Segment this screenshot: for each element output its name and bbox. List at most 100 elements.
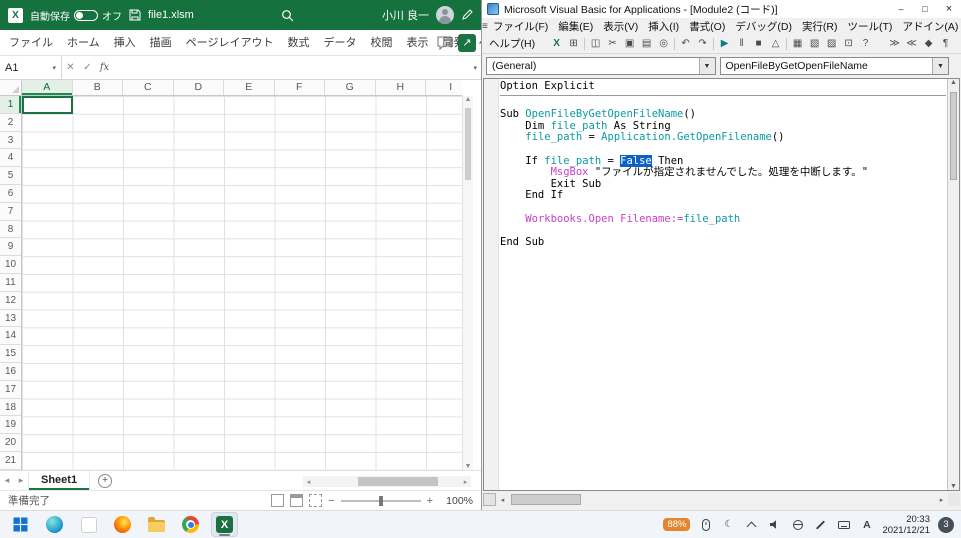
cells-area[interactable] [22, 96, 462, 470]
scroll-left-icon[interactable]: ◂ [303, 478, 314, 486]
margin-indicator-bar[interactable] [484, 79, 499, 490]
grid-hscroll-thumb[interactable] [358, 477, 438, 486]
vb-menu-item[interactable]: 挿入(I) [643, 19, 684, 34]
restore-button[interactable]: □ [913, 0, 937, 18]
ribbon-tab[interactable]: 校閲 [363, 30, 399, 56]
keyboard-icon[interactable] [836, 517, 851, 532]
outdent-icon[interactable]: ≪ [903, 36, 920, 51]
select-all-corner[interactable] [0, 80, 22, 96]
excel-app[interactable]: X [211, 512, 238, 537]
autosave-toggle[interactable]: 自動保存 オフ [30, 8, 122, 23]
sheet-nav-prev-icon[interactable]: ◂ [0, 475, 14, 486]
ribbon-tab[interactable]: データ [316, 30, 363, 56]
ribbon-tab[interactable]: 描画 [143, 30, 179, 56]
grid-vertical-scrollbar[interactable]: ▲ ▼ [462, 96, 473, 470]
edge-app[interactable] [41, 512, 68, 537]
network-icon[interactable] [790, 517, 805, 532]
column-header[interactable]: F [275, 80, 326, 95]
ribbon-tab[interactable]: ファイル [2, 30, 60, 56]
zoom-level[interactable]: 100% [439, 495, 473, 507]
column-header[interactable]: G [325, 80, 376, 95]
row-header[interactable]: 17 [0, 381, 21, 399]
column-header[interactable]: E [224, 80, 275, 95]
vb-menu-item[interactable]: デバッグ(D) [730, 19, 797, 34]
explorer-app[interactable] [143, 512, 170, 537]
help-icon[interactable]: ? [857, 36, 874, 51]
break-icon[interactable]: ‖ [733, 36, 750, 51]
name-box-dropdown-icon[interactable]: ▾ [52, 64, 56, 72]
properties-window-icon[interactable]: ▧ [806, 36, 823, 51]
row-header[interactable]: 10 [0, 256, 21, 274]
code-scroll-right-icon[interactable]: ▸ [935, 496, 948, 504]
selected-cell-a1[interactable] [22, 96, 73, 114]
paste-icon[interactable]: ▤ [638, 36, 655, 51]
ribbon-tab[interactable]: 挿入 [107, 30, 143, 56]
vb-menu-item[interactable]: 実行(R) [797, 19, 843, 34]
sheet-nav-next-icon[interactable]: ▸ [14, 475, 28, 486]
ribbon-tab[interactable]: ホーム [60, 30, 107, 56]
code-vertical-scrollbar[interactable]: ▲ ▼ [947, 79, 959, 490]
cut-icon[interactable]: ✂ [604, 36, 621, 51]
ribbon-tab[interactable]: 表示 [399, 30, 435, 56]
row-header[interactable]: 18 [0, 399, 21, 417]
row-header[interactable]: 3 [0, 132, 21, 150]
row-header[interactable]: 6 [0, 185, 21, 203]
code-scroll-left-icon[interactable]: ◂ [496, 496, 509, 504]
avatar[interactable] [436, 6, 454, 24]
battery-badge[interactable]: 88% [663, 518, 690, 531]
formula-bar-expand-icon[interactable]: ▾ [473, 64, 477, 72]
run-icon[interactable]: ▶ [716, 36, 733, 51]
row-header[interactable]: 13 [0, 310, 21, 328]
vb-menu-item[interactable]: 編集(E) [553, 19, 598, 34]
row-header[interactable]: 11 [0, 274, 21, 292]
scroll-up-icon[interactable]: ▲ [465, 96, 472, 103]
column-header[interactable]: D [174, 80, 225, 95]
page-break-view-icon[interactable] [309, 494, 322, 507]
ribbon-tab[interactable]: ページレイアウト [179, 30, 281, 56]
autosave-toggle-pill[interactable] [74, 10, 98, 21]
comment-block-icon[interactable]: ¶ [937, 36, 954, 51]
row-header[interactable]: 21 [0, 452, 21, 470]
save-icon[interactable]: ◫ [587, 36, 604, 51]
zoom-in-icon[interactable]: + [427, 495, 433, 507]
row-header[interactable]: 20 [0, 434, 21, 452]
vb-menu-item[interactable]: アドイン(A) [897, 19, 961, 34]
project-explorer-icon[interactable]: ▦ [789, 36, 806, 51]
object-browser-icon[interactable]: ▨ [823, 36, 840, 51]
reset-icon[interactable]: ■ [750, 36, 767, 51]
search-icon[interactable] [281, 9, 294, 22]
grid-horizontal-scrollbar[interactable]: ◂ ▸ [303, 476, 471, 487]
row-header[interactable]: 16 [0, 363, 21, 381]
procedure-dropdown-arrow-icon[interactable]: ▼ [932, 58, 948, 74]
vb-menu-item[interactable]: 書式(O) [684, 19, 730, 34]
row-header[interactable]: 2 [0, 114, 21, 132]
ime-icon[interactable]: A [859, 517, 874, 532]
start-button[interactable] [7, 512, 34, 537]
clock[interactable]: 20:33 2021/12/21 [882, 514, 930, 536]
code-scroll-down-icon[interactable]: ▼ [948, 483, 959, 490]
column-header[interactable]: A [22, 80, 73, 95]
bookmark-icon[interactable]: ◆ [920, 36, 937, 51]
notification-badge[interactable]: 3 [938, 517, 954, 533]
vb-menu-item-help[interactable]: ヘルプ(H) [484, 36, 540, 51]
procedure-dropdown[interactable]: OpenFileByGetOpenFileName ▼ [720, 57, 950, 75]
grid-vscroll-thumb[interactable] [465, 108, 471, 180]
redo-icon[interactable]: ↷ [694, 36, 711, 51]
white-app[interactable] [75, 512, 102, 537]
code-editor[interactable]: Option Explicit Sub OpenFileByGetOpenFil… [500, 81, 946, 490]
pen-icon[interactable] [813, 517, 828, 532]
row-header[interactable]: 7 [0, 203, 21, 221]
pen-mode-icon[interactable] [461, 9, 473, 21]
vb-menu-item[interactable]: 表示(V) [598, 19, 643, 34]
zoom-out-icon[interactable]: − [328, 495, 334, 507]
enter-icon[interactable]: ✓ [79, 62, 96, 73]
toolbox-icon[interactable]: ⊡ [840, 36, 857, 51]
chevron-up-icon[interactable] [744, 517, 759, 532]
zoom-slider[interactable] [341, 500, 421, 502]
share-button[interactable]: ↗ [458, 34, 476, 52]
column-header[interactable]: H [376, 80, 427, 95]
minimize-button[interactable]: – [889, 0, 913, 18]
name-box[interactable]: A1 ▾ [0, 56, 62, 79]
mouse-icon[interactable] [698, 517, 713, 532]
row-header[interactable]: 9 [0, 238, 21, 256]
